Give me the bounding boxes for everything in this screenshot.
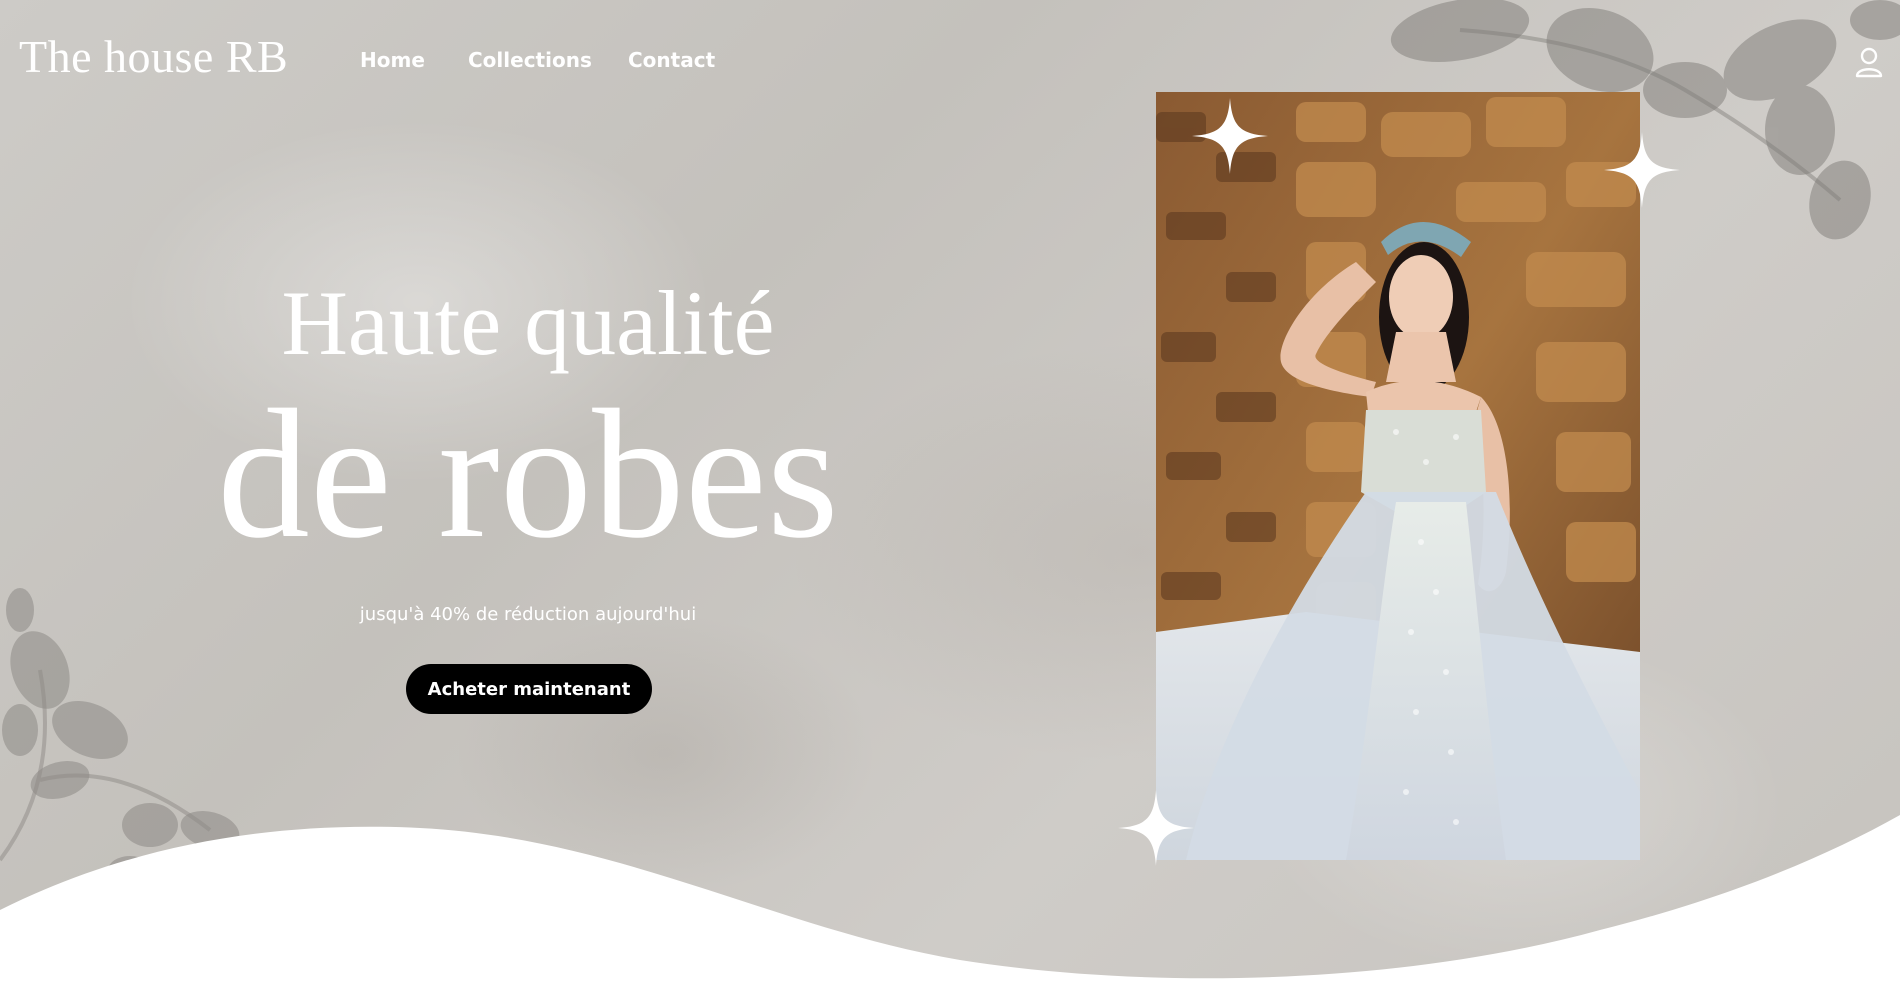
hero-photo <box>1156 92 1640 860</box>
nav-contact[interactable]: Contact <box>628 48 715 72</box>
nav-collections[interactable]: Collections <box>468 48 592 72</box>
brand-logo[interactable]: The house RB <box>19 30 288 83</box>
promo-text: jusqu'à 40% de réduction aujourd'hui <box>359 604 697 625</box>
hero-headline-line2: de robes <box>217 372 839 577</box>
hero-headline-line1: Haute qualité <box>281 272 775 374</box>
top-navbar: The house RB Home Collections Contact <box>0 0 1900 120</box>
shop-now-button[interactable]: Acheter maintenant <box>406 664 652 714</box>
sparkle-icon <box>1118 790 1194 866</box>
bride-image <box>1156 92 1640 860</box>
user-icon[interactable] <box>1855 46 1883 78</box>
sparkle-icon <box>1604 132 1680 208</box>
nav-home[interactable]: Home <box>360 48 425 72</box>
